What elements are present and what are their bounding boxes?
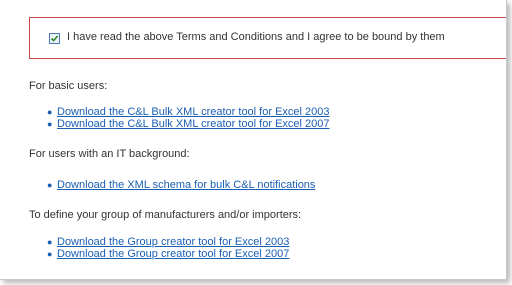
bullet-icon: ● — [47, 180, 53, 190]
download-link-group-excel-2007[interactable]: Download the Group creator tool for Exce… — [57, 248, 289, 260]
list-item: ● Download the C&L Bulk XML creator tool… — [47, 106, 330, 118]
download-link-group-excel-2003[interactable]: Download the Group creator tool for Exce… — [57, 236, 289, 248]
section-heading-basic-users: For basic users: — [29, 80, 108, 92]
basic-users-link-list: ● Download the C&L Bulk XML creator tool… — [47, 106, 330, 130]
download-link-cl-excel-2007[interactable]: Download the C&L Bulk XML creator tool f… — [57, 118, 330, 130]
bullet-icon: ● — [47, 237, 53, 247]
bullet-icon: ● — [47, 249, 53, 259]
list-item: ● Download the Group creator tool for Ex… — [47, 248, 289, 260]
checkmark-icon — [50, 35, 59, 42]
download-link-cl-excel-2003[interactable]: Download the C&L Bulk XML creator tool f… — [57, 106, 330, 118]
page-panel: I have read the above Terms and Conditio… — [0, 0, 507, 280]
list-item: ● Download the XML schema for bulk C&L n… — [47, 179, 315, 191]
section-heading-it-users: For users with an IT background: — [29, 148, 190, 160]
bullet-icon: ● — [47, 107, 53, 117]
list-item: ● Download the Group creator tool for Ex… — [47, 236, 289, 248]
terms-agreement-box: I have read the above Terms and Conditio… — [29, 17, 506, 59]
list-item: ● Download the C&L Bulk XML creator tool… — [47, 118, 330, 130]
download-link-xml-schema[interactable]: Download the XML schema for bulk C&L not… — [57, 179, 315, 191]
bullet-icon: ● — [47, 119, 53, 129]
it-users-link-list: ● Download the XML schema for bulk C&L n… — [47, 179, 315, 191]
group-link-list: ● Download the Group creator tool for Ex… — [47, 236, 289, 260]
section-heading-group: To define your group of manufacturers an… — [29, 209, 302, 221]
terms-label: I have read the above Terms and Conditio… — [67, 31, 445, 43]
terms-checkbox[interactable] — [49, 33, 60, 44]
